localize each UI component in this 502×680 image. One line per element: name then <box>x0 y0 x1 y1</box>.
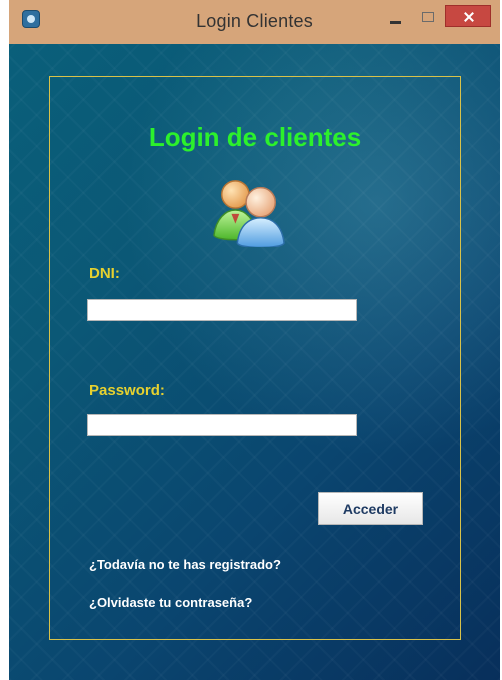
forgot-password-link[interactable]: ¿Olvidaste tu contraseña? <box>89 595 252 610</box>
register-link[interactable]: ¿Todavía no te has registrado? <box>89 557 281 572</box>
close-button[interactable] <box>445 5 491 27</box>
users-icon <box>213 180 285 247</box>
page-title: Login de clientes <box>148 122 362 152</box>
minimize-button[interactable] <box>383 8 409 32</box>
dni-field[interactable] <box>87 299 357 321</box>
title-bar[interactable]: Login Clientes <box>9 0 500 44</box>
password-field[interactable] <box>87 414 357 436</box>
login-content: Login de clientes DNI: Password: Acceder… <box>9 44 500 680</box>
login-window: Login Clientes Login de clientes DNI: Pa… <box>9 0 500 680</box>
login-panel: Login de clientes DNI: Password: Acceder… <box>49 76 461 640</box>
password-label: Password: <box>89 382 165 399</box>
dni-label: DNI: <box>89 265 120 282</box>
maximize-button[interactable] <box>415 8 441 32</box>
login-button[interactable]: Acceder <box>318 492 423 525</box>
